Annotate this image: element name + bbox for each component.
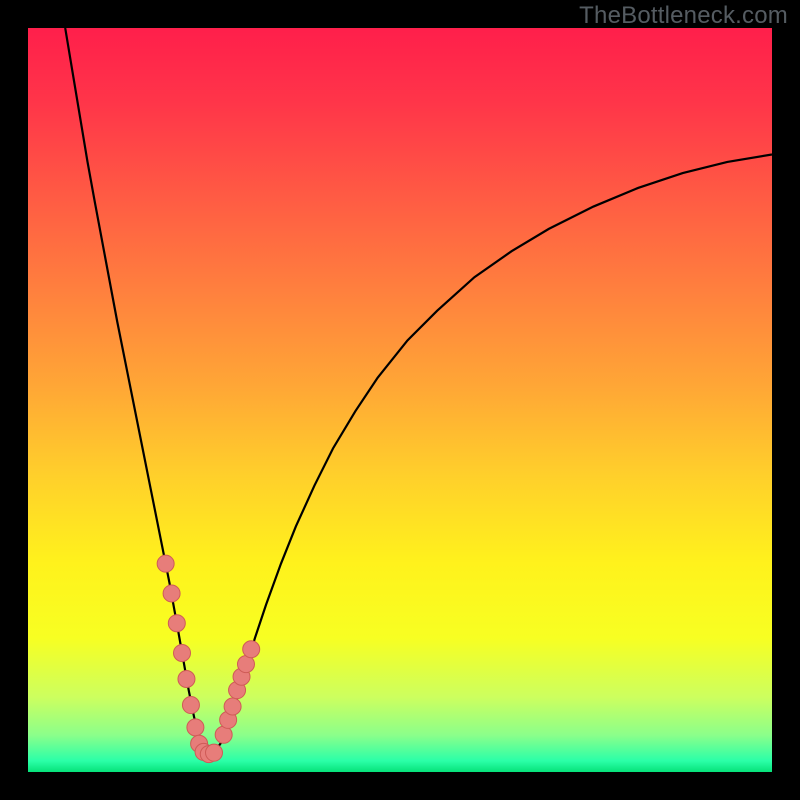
bottleneck-curve xyxy=(65,28,772,755)
chart-svg xyxy=(28,28,772,772)
data-marker xyxy=(168,615,185,632)
data-marker xyxy=(157,555,174,572)
plot-area xyxy=(28,28,772,772)
data-marker xyxy=(206,744,223,761)
data-marker xyxy=(224,698,241,715)
data-marker xyxy=(243,641,260,658)
watermark-text: TheBottleneck.com xyxy=(579,2,788,30)
chart-frame: TheBottleneck.com xyxy=(0,0,800,800)
data-marker xyxy=(182,697,199,714)
data-marker xyxy=(215,726,232,743)
data-marker xyxy=(178,671,195,688)
data-marker xyxy=(163,585,180,602)
data-markers xyxy=(157,555,260,762)
data-marker xyxy=(174,644,191,661)
data-marker xyxy=(187,719,204,736)
